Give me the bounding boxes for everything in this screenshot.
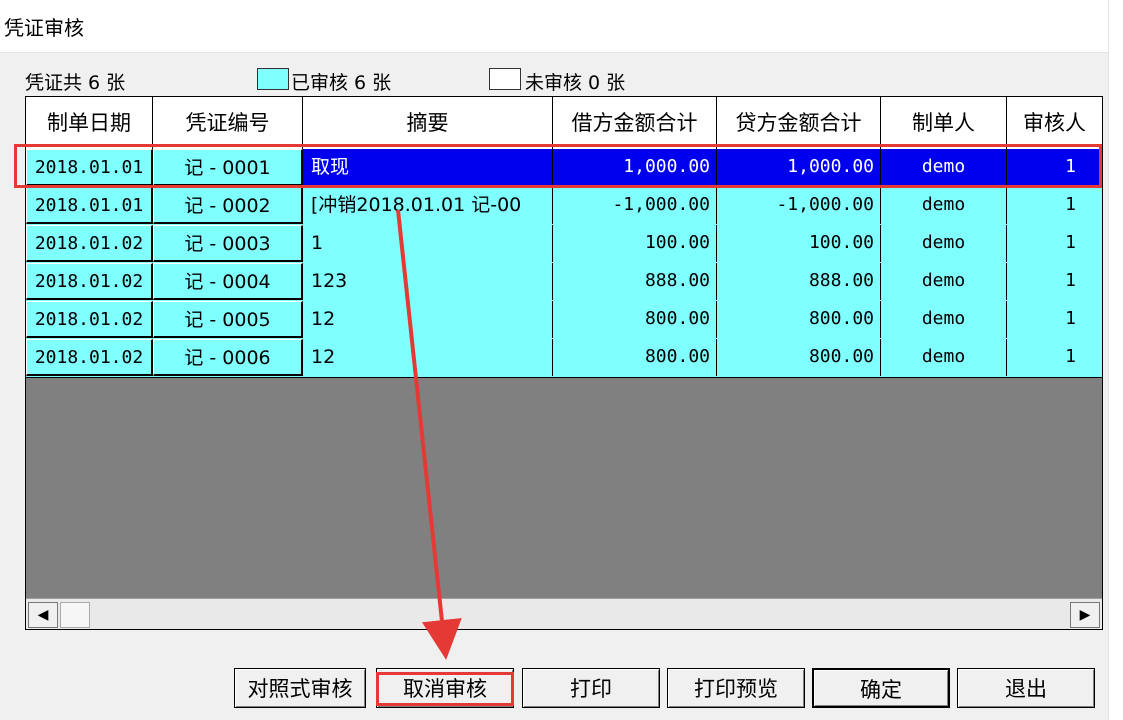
cell-credit: 1,000.00 — [717, 149, 881, 186]
table-row[interactable]: 2018.01.02 记 - 0005 12 800.00 800.00 dem… — [26, 301, 1102, 340]
compare-audit-button[interactable]: 对照式审核 — [234, 668, 366, 708]
cell-maker: demo — [881, 187, 1007, 224]
audited-legend-swatch — [257, 68, 289, 90]
cell-auditor: 1 — [1065, 232, 1076, 253]
cell-voucher-no: 记 - 0004 — [153, 263, 303, 300]
cell-debit: 1,000.00 — [553, 149, 717, 186]
cell-credit: 100.00 — [717, 225, 881, 262]
cell-voucher-no: 记 - 0006 — [153, 339, 303, 376]
window-edge — [1108, 0, 1123, 720]
cell-maker: demo — [881, 263, 1007, 300]
cell-auditor: 1 — [1065, 194, 1076, 215]
cell-auditor: 1 — [1065, 308, 1076, 329]
voucher-summary: 凭证共 6 张 已审核 6 张 未审核 0 张 — [25, 64, 1105, 94]
cell-date: 2018.01.01 — [26, 187, 153, 224]
table-row[interactable]: 2018.01.01 记 - 0001 取现 1,000.00 1,000.00… — [26, 149, 1102, 188]
cell-voucher-no: 记 - 0001 — [153, 149, 303, 186]
cell-summary: 12 — [303, 301, 553, 338]
scroll-right-icon[interactable]: ▶ — [1070, 602, 1100, 628]
column-header-date[interactable]: 制单日期 — [26, 97, 153, 149]
window-title: 凭证审核 — [4, 16, 84, 40]
column-header-summary[interactable]: 摘要 — [303, 97, 553, 149]
cell-summary: 取现 — [303, 149, 553, 186]
cell-credit: 888.00 — [717, 263, 881, 300]
cell-summary: 12 — [303, 339, 553, 376]
cell-maker: demo — [881, 339, 1007, 376]
cancel-audit-button[interactable]: 取消审核 — [376, 668, 514, 708]
column-header-debit-total[interactable]: 借方金额合计 — [553, 97, 717, 149]
cell-debit: 800.00 — [553, 301, 717, 338]
cell-voucher-no: 记 - 0003 — [153, 225, 303, 262]
grid-header: 制单日期 凭证编号 摘要 借方金额合计 贷方金额合计 制单人 审核人 — [26, 97, 1102, 150]
column-header-auditor[interactable]: 审核人 — [1007, 97, 1102, 149]
table-row[interactable]: 2018.01.02 记 - 0003 1 100.00 100.00 demo… — [26, 225, 1102, 264]
cell-date: 2018.01.02 — [26, 339, 153, 376]
exit-button[interactable]: 退出 — [957, 668, 1095, 708]
cell-auditor: 1 — [1007, 149, 1102, 186]
scrollbar-thumb[interactable] — [60, 602, 90, 628]
unaudited-count: 未审核 0 张 — [525, 72, 626, 94]
print-preview-button[interactable]: 打印预览 — [667, 668, 805, 708]
cell-voucher-no: 记 - 0002 — [153, 187, 303, 224]
cell-debit: -1,000.00 — [553, 187, 717, 224]
cell-auditor: 1 — [1065, 346, 1076, 367]
cell-date: 2018.01.02 — [26, 225, 153, 262]
cell-summary: 1 — [303, 225, 553, 262]
scroll-left-icon[interactable]: ◀ — [28, 602, 58, 628]
title-bar: 凭证审核 — [0, 0, 1123, 53]
print-button[interactable]: 打印 — [522, 668, 660, 708]
ok-button[interactable]: 确定 — [812, 668, 950, 708]
cell-date: 2018.01.01 — [26, 149, 153, 186]
column-header-voucher-no[interactable]: 凭证编号 — [153, 97, 303, 149]
cell-debit: 888.00 — [553, 263, 717, 300]
cell-credit: -1,000.00 — [717, 187, 881, 224]
horizontal-scrollbar[interactable]: ◀ ▶ — [26, 598, 1102, 629]
cell-date: 2018.01.02 — [26, 301, 153, 338]
voucher-grid[interactable]: 制单日期 凭证编号 摘要 借方金额合计 贷方金额合计 制单人 审核人 2018.… — [25, 96, 1103, 630]
voucher-total-count: 凭证共 6 张 — [25, 72, 126, 94]
cell-debit: 800.00 — [553, 339, 717, 376]
audited-count: 已审核 6 张 — [291, 72, 392, 94]
cell-debit: 100.00 — [553, 225, 717, 262]
table-row[interactable]: 2018.01.01 记 - 0002 [冲销2018.01.01 记-00 -… — [26, 187, 1102, 226]
cell-date: 2018.01.02 — [26, 263, 153, 300]
cell-credit: 800.00 — [717, 339, 881, 376]
cell-maker: demo — [881, 149, 1007, 186]
cell-summary: 123 — [303, 263, 553, 300]
cell-voucher-no: 记 - 0005 — [153, 301, 303, 338]
cell-auditor: 1 — [1065, 270, 1076, 291]
cell-summary: [冲销2018.01.01 记-00 — [303, 187, 553, 224]
column-header-credit-total[interactable]: 贷方金额合计 — [717, 97, 881, 149]
cell-maker: demo — [881, 301, 1007, 338]
voucher-audit-window: 凭证审核 凭证共 6 张 已审核 6 张 未审核 0 张 制单日期 凭证编号 摘… — [0, 0, 1123, 720]
cell-credit: 800.00 — [717, 301, 881, 338]
cell-maker: demo — [881, 225, 1007, 262]
column-header-maker[interactable]: 制单人 — [881, 97, 1007, 149]
table-row[interactable]: 2018.01.02 记 - 0006 12 800.00 800.00 dem… — [26, 339, 1102, 378]
table-row[interactable]: 2018.01.02 记 - 0004 123 888.00 888.00 de… — [26, 263, 1102, 302]
unaudited-legend-swatch — [489, 68, 521, 90]
